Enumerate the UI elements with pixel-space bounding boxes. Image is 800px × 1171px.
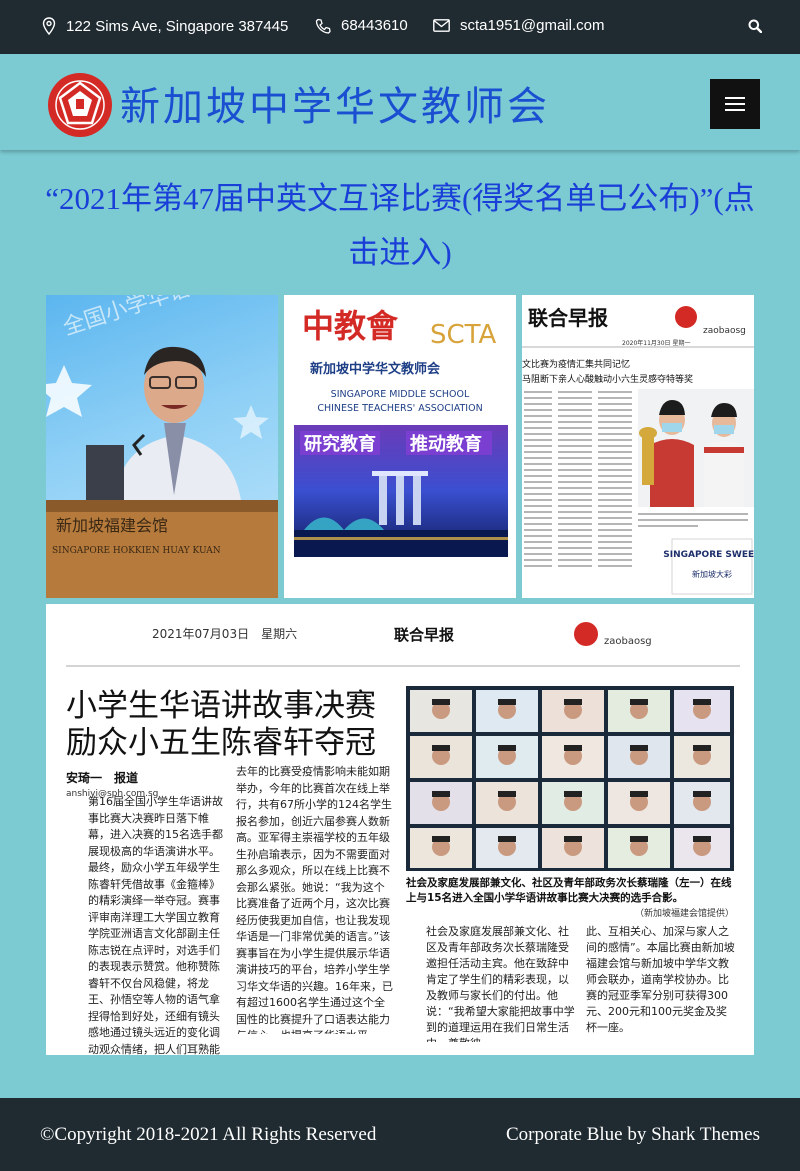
scta-slogan-1: 研究教育 <box>304 433 376 455</box>
banner-text: 全国小学华语讲故事比赛 <box>60 295 278 341</box>
search-button[interactable] <box>748 19 762 33</box>
news-masthead: 联合早报 <box>394 626 454 644</box>
phone-text[interactable]: 68443610 <box>341 17 408 34</box>
scta-name-en-2: CHINESE TEACHERS' ASSOCIATION <box>317 403 482 414</box>
podium-photo-art: 全国小学华语讲故事比赛 新加坡福建会馆 SINGAPORE HOKKIEN HU… <box>46 295 278 598</box>
podium-plaque-cn: 新加坡福建会馆 <box>56 516 168 535</box>
scta-name-cn: 新加坡中学华文教师会 <box>310 361 441 377</box>
podium-plaque-en: SINGAPORE HOKKIEN HUAY KUAN <box>52 546 221 556</box>
clip1-brand: zaobaosg <box>703 326 746 336</box>
post-title[interactable]: “2021年第47届中英文互译比赛(得奖名单已公布)”(点击进入) <box>40 172 760 280</box>
phone-item[interactable]: 68443610 <box>315 17 408 34</box>
news-photo-credit: （新加坡福建会馆提供） <box>634 909 734 919</box>
scta-logo-cn: 中教會 <box>302 307 399 345</box>
phone-icon <box>315 18 331 34</box>
news-byline: 安琦一 报道 <box>66 770 138 785</box>
scta-card-art: 中教會 SCTA 新加坡中学华文教师会 SINGAPORE MIDDLE SCH… <box>294 307 508 557</box>
top-contact-bar: 122 Sims Ave, Singapore 387445 68443610 … <box>0 0 800 54</box>
clip1-masthead: 联合早报 <box>528 306 608 330</box>
news-date: 2021年07月03日 星期六 <box>152 627 297 641</box>
clip1-sweep-sub: 新加坡大彩 <box>692 569 732 579</box>
scta-slogan-2: 推动教育 <box>410 433 482 455</box>
news-headline-2: 励众小五生陈睿轩夺冠 <box>66 725 376 761</box>
scta-emblem-icon <box>50 75 110 135</box>
clip1-headline-1: 文比赛为疫情汇集共同记忆 <box>522 358 630 370</box>
news-column-3: 社会及家庭发展部兼文化、社区及青年部政务次长蔡瑞隆受邀担任活动主宾。他在致辞中肯… <box>426 925 575 1042</box>
news-column-4: 此、互相关心、加深与家人之间的感情”。本届比赛由新加坡福建会馆与新加坡中学华文教… <box>586 925 735 1034</box>
photo-news-clip-1[interactable]: 联合早报 zaobaosg 2020年11月30日 星期一 文比赛为疫情汇集共同… <box>522 295 754 598</box>
search-icon <box>748 19 762 33</box>
news-brand: zaobaosg <box>604 636 652 647</box>
news-clip-1-art: 联合早报 zaobaosg 2020年11月30日 星期一 文比赛为疫情汇集共同… <box>522 306 754 595</box>
photo-podium[interactable]: 全国小学华语讲故事比赛 新加坡福建会馆 SINGAPORE HOKKIEN HU… <box>46 295 278 598</box>
envelope-icon <box>433 19 450 32</box>
hamburger-icon-line <box>725 103 745 105</box>
clip1-date: 2020年11月30日 星期一 <box>622 339 690 347</box>
email-text[interactable]: scta1951@gmail.com <box>460 17 604 34</box>
scta-name-en-1: SINGAPORE MIDDLE SCHOOL <box>331 389 470 400</box>
scta-logo-en: SCTA <box>430 320 497 350</box>
site-logo[interactable] <box>48 73 112 137</box>
site-header: 新加坡中学华文教师会 <box>0 54 800 150</box>
hamburger-icon <box>725 97 745 99</box>
news-clipping-main[interactable]: 2021年07月03日 星期六 联合早报 zaobaosg 小学生华语讲故事决赛… <box>46 604 754 1055</box>
address-text: 122 Sims Ave, Singapore 387445 <box>66 17 289 35</box>
address-item: 122 Sims Ave, Singapore 387445 <box>42 17 288 35</box>
map-pin-icon <box>42 17 56 35</box>
news-headline-1: 小学生华语讲故事决赛 <box>66 688 376 724</box>
footer-credit-link[interactable]: Corporate Blue by Shark Themes <box>506 1124 760 1146</box>
news-column-1: 第16届全国小学生华语讲故事比赛大决赛昨日落下帷幕，进入决赛的15名选手都展现极… <box>88 795 223 1055</box>
news-photo-caption: 社会及家庭发展部兼文化、社区及青年部政务次长蔡瑞隆（左一）在线上与15名进入全国… <box>406 877 732 904</box>
email-item[interactable]: scta1951@gmail.com <box>433 17 604 34</box>
photo-scta-card[interactable]: 中教會 SCTA 新加坡中学华文教师会 SINGAPORE MIDDLE SCH… <box>284 295 516 598</box>
hamburger-icon-line <box>725 109 745 111</box>
footer-copyright: ©Copyright 2018-2021 All Rights Reserved <box>40 1124 377 1145</box>
clip1-headline-2: 马阻断下亲人心酸触动小六生灵感夺特等奖 <box>522 373 693 385</box>
menu-toggle-button[interactable] <box>710 79 760 129</box>
site-title[interactable]: 新加坡中学华文教师会 <box>120 74 550 132</box>
news-column-2: 去年的比赛受疫情影响未能如期举办，今年的比赛首次在线上举行，共有67所小学的12… <box>236 765 393 1034</box>
site-footer: ©Copyright 2018-2021 All Rights Reserved… <box>0 1098 800 1171</box>
clip1-sweep: SINGAPORE SWEEP <box>663 550 754 560</box>
